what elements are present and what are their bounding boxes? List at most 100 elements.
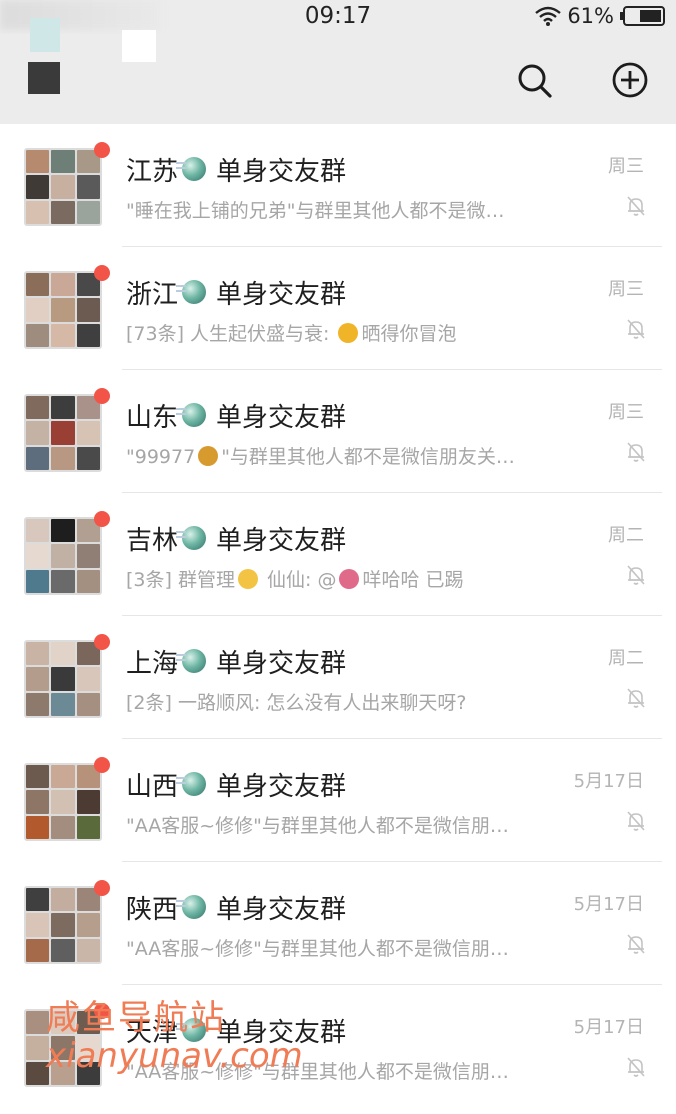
add-icon[interactable] — [610, 60, 650, 100]
chat-row-jiangsu[interactable]: 江苏 单身交友群 "睡在我上铺的兄弟"与群里其他人都不是微… 周三 — [0, 124, 676, 247]
group-avatar — [24, 271, 102, 349]
chat-title: 浙江 单身交友群 — [126, 275, 347, 310]
unread-dot — [94, 511, 110, 527]
unread-dot — [94, 634, 110, 650]
chat-title-name: 单身交友群 — [216, 402, 347, 433]
chat-title: 陕西 单身交友群 — [126, 890, 347, 925]
chat-time: 周二 — [608, 648, 644, 669]
mute-bell-icon — [627, 196, 645, 216]
chat-preview: "AA客服~修修"与群里其他人都不是微信朋… — [126, 1061, 509, 1083]
status-indicators: 61% — [535, 4, 666, 28]
chat-title: 天津 单身交友群 — [126, 1013, 347, 1048]
chat-preview: "睡在我上铺的兄弟"与群里其他人都不是微… — [126, 200, 505, 222]
unread-dot — [94, 880, 110, 896]
unread-dot — [94, 1003, 110, 1019]
chat-preview: "AA客服~修修"与群里其他人都不是微信朋… — [126, 815, 509, 837]
chat-time: 周三 — [608, 402, 644, 423]
chat-title: 江苏 单身交友群 — [126, 152, 347, 187]
chat-title-name: 单身交友群 — [216, 156, 347, 187]
group-avatar — [24, 763, 102, 841]
chat-row-shanxi[interactable]: 山西 单身交友群 "AA客服~修修"与群里其他人都不是微信朋… 5月17日 — [0, 739, 676, 862]
chat-title: 山西 单身交友群 — [126, 767, 347, 802]
group-avatar — [24, 1009, 102, 1087]
chat-row-shanghai[interactable]: 上海 单身交友群 [2条] 一路顺风: 怎么没有人出来聊天呀? 周二 — [0, 616, 676, 739]
battery-icon — [620, 6, 665, 26]
chat-time: 5月17日 — [573, 894, 644, 915]
wifi-icon — [535, 6, 562, 26]
chat-title-region: 浙江 — [126, 279, 179, 310]
status-bar: 09:17 61% — [0, 0, 676, 34]
chat-title-name: 单身交友群 — [216, 894, 347, 925]
chat-preview-before: [73条] 人生起伏盛与衰: — [126, 323, 336, 345]
chat-title: 山东 单身交友群 — [126, 398, 347, 433]
chat-preview: [3条] 群管理 仙仙: @ 咩哈哈 已踢 — [126, 565, 574, 595]
chat-preview-middle: 仙仙: @ — [260, 569, 337, 591]
unread-dot — [94, 388, 110, 404]
battery-percent: 61% — [567, 4, 614, 28]
chat-title-name: 单身交友群 — [216, 771, 347, 802]
bow-emoji-icon — [339, 569, 360, 589]
chat-title-region: 山西 — [126, 771, 179, 802]
chat-time: 5月17日 — [573, 771, 644, 792]
group-avatar — [24, 148, 102, 226]
chat-list: 江苏 单身交友群 "睡在我上铺的兄弟"与群里其他人都不是微… 周三 浙江 单身交… — [0, 124, 676, 1114]
group-avatar — [24, 394, 102, 472]
unread-dot — [94, 142, 110, 158]
back-icon[interactable] — [28, 62, 60, 94]
planet-emoji-icon — [176, 280, 207, 304]
chat-title-name: 单身交友群 — [216, 648, 347, 679]
chat-preview-before: [3条] 群管理 — [126, 569, 235, 591]
chat-row-shaanxi[interactable]: 陕西 单身交友群 "AA客服~修修"与群里其他人都不是微信朋… 5月17日 — [0, 862, 676, 985]
chat-preview-after: 晒得你冒泡 — [361, 323, 457, 345]
grin-emoji-icon — [338, 323, 359, 343]
mute-bell-icon — [627, 442, 645, 462]
planet-emoji-icon — [176, 403, 207, 427]
mute-bell-icon — [627, 565, 645, 585]
unread-dot — [94, 757, 110, 773]
chat-preview: "99977 "与群里其他人都不是微信朋友关… — [126, 442, 574, 472]
chat-title: 上海 单身交友群 — [126, 644, 347, 679]
chat-time: 周三 — [608, 156, 644, 177]
planet-emoji-icon — [176, 895, 207, 919]
chat-preview-after: "与群里其他人都不是微信朋友关… — [221, 446, 515, 468]
chat-preview: [73条] 人生起伏盛与衰: 晒得你冒泡 — [126, 319, 574, 349]
mute-bell-icon — [627, 934, 645, 954]
chat-title-region: 吉林 — [126, 525, 179, 556]
planet-emoji-icon — [176, 649, 207, 673]
chat-preview: [2条] 一路顺风: 怎么没有人出来聊天呀? — [126, 692, 467, 714]
mute-bell-icon — [627, 688, 645, 708]
blurred-region — [30, 18, 60, 52]
chat-time: 5月17日 — [573, 1017, 644, 1038]
chat-title-region: 山东 — [126, 402, 179, 433]
chat-row-jilin[interactable]: 吉林 单身交友群 [3条] 群管理 仙仙: @ 咩哈哈 已踢 周二 — [0, 493, 676, 616]
planet-emoji-icon — [176, 526, 207, 550]
chat-row-tianjin[interactable]: 天津 单身交友群 "AA客服~修修"与群里其他人都不是微信朋… 5月17日 — [0, 985, 676, 1108]
chat-preview: "AA客服~修修"与群里其他人都不是微信朋… — [126, 938, 509, 960]
group-avatar — [24, 886, 102, 964]
chat-title-name: 单身交友群 — [216, 525, 347, 556]
planet-emoji-icon — [176, 157, 207, 181]
chat-title-region: 天津 — [126, 1017, 179, 1048]
mute-bell-icon — [627, 811, 645, 831]
chat-title-region: 陕西 — [126, 894, 179, 925]
chat-row-zhejiang[interactable]: 浙江 单身交友群 [73条] 人生起伏盛与衰: 晒得你冒泡 周三 — [0, 247, 676, 370]
cookie-emoji-icon — [198, 446, 219, 466]
chat-title-name: 单身交友群 — [216, 279, 347, 310]
heart-emoji-icon — [237, 569, 258, 589]
chat-title: 吉林 单身交友群 — [126, 521, 347, 556]
chat-title-name: 单身交友群 — [216, 1017, 347, 1048]
blurred-region — [122, 30, 156, 62]
chat-time: 周三 — [608, 279, 644, 300]
search-icon[interactable] — [514, 60, 554, 100]
unread-dot — [94, 265, 110, 281]
header-bar — [0, 34, 676, 124]
chat-time: 周二 — [608, 525, 644, 546]
planet-emoji-icon — [176, 1018, 207, 1042]
mute-bell-icon — [627, 319, 645, 339]
chat-preview-before: "99977 — [126, 446, 196, 468]
group-avatar — [24, 640, 102, 718]
chat-title-region: 上海 — [126, 648, 179, 679]
chat-title-region: 江苏 — [126, 156, 179, 187]
planet-emoji-icon — [176, 772, 207, 796]
chat-row-shandong[interactable]: 山东 单身交友群 "99977 "与群里其他人都不是微信朋友关… 周三 — [0, 370, 676, 493]
